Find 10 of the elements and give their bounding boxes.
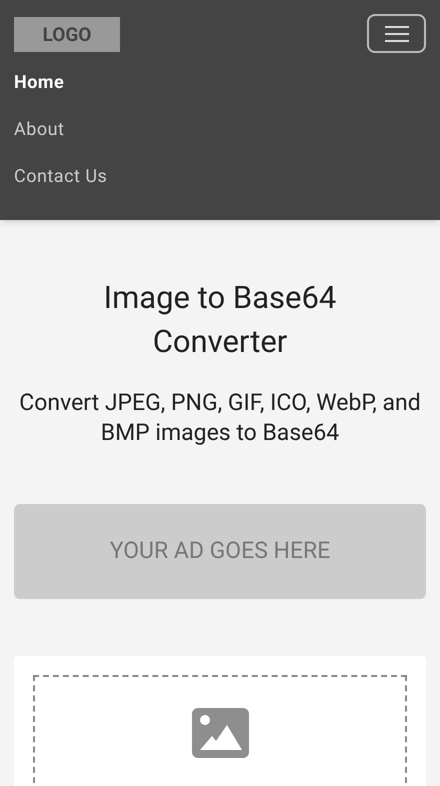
page-subtitle: Convert JPEG, PNG, GIF, ICO, WebP, and BMP images to Base64 xyxy=(18,388,422,448)
page-title: Image to Base64 Converter xyxy=(102,278,338,362)
menu-icon xyxy=(384,24,408,42)
nav-link[interactable]: Contact Us xyxy=(14,153,108,200)
nav-link[interactable]: About xyxy=(14,106,64,153)
nav-link[interactable]: Home xyxy=(14,59,64,106)
logo[interactable]: LOGO xyxy=(14,17,120,52)
ad-text: YOUR AD GOES HERE xyxy=(110,536,330,566)
menu-button[interactable] xyxy=(367,14,426,53)
image-icon xyxy=(192,708,248,758)
